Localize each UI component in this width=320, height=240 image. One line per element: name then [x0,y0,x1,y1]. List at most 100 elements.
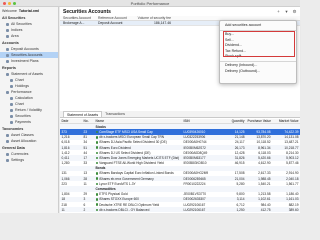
workspace-name[interactable]: Tutorial.xml [19,9,39,13]
col-date[interactable]: Date [60,119,82,123]
cell-date: 1,804 [61,192,70,197]
cell-name: iShares Dow Jones Emerging Markets UCITS… [94,156,182,160]
item-icon [6,139,9,143]
item-icon [6,28,9,32]
cell-pv: 4,612.90 [258,161,271,166]
table-row[interactable]: 11 2 db x-trackers DBLCI - OY Balanced LU02… [60,207,300,213]
account-volume: 186,147.46 [154,21,171,25]
cell-date: 218 [61,202,67,207]
cell-name: ETFS Physical Gold [94,192,182,196]
security-icon [95,177,99,181]
item-icon [10,96,13,100]
cell-name: iShares STOXX Europe 600 [94,197,182,201]
security-icon [95,198,99,201]
table-row[interactable]: 1,412 44 iShares DJ US Select Dividend (DE… [60,150,300,155]
table-row[interactable]: 218 6 Deutsche XTRE RE DBLCI Optimum Yield… [60,202,300,207]
col-market-value[interactable]: Market Value [272,119,300,123]
sidebar-item-investment-plans[interactable]: Investment Plans [0,58,58,64]
cell-name: iShares DJ US Select Dividend (DE) [94,151,182,155]
cell-name: iShares Euro Dividend [94,146,182,150]
security-icon [95,130,99,134]
cell-mv: 8,214.30 [286,150,299,155]
cell-no: 11 [83,181,87,186]
menu-item-add-securities-account[interactable]: Add securities account [220,23,296,28]
cell-qty: 6,712 [236,202,245,207]
cell-date: 1,816 [61,145,70,150]
item-icon [6,158,9,162]
cell-mv: 1,561.77 [286,181,299,186]
tab-transactions[interactable]: Transactions [102,111,128,117]
sidebar-item-label: Settings [11,158,24,162]
menu-separator [220,60,296,62]
table-row[interactable]: 1,280 33 Vanguard FTSE All-World High Divi… [60,161,300,166]
cell-mv: 2,914.90 [286,171,299,176]
cell-pv: 6,118.03 [258,150,271,155]
sidebar: Welcome Tutorial.xml All Securities All S… [0,7,59,213]
gear-icon[interactable]: ⚙ [292,9,297,14]
col-quantity[interactable]: Quantity [222,119,246,123]
workspace-row[interactable]: Welcome Tutorial.xml [0,7,58,14]
sidebar-item-settings[interactable]: Settings [0,157,58,163]
col-reference-account[interactable]: Reference Account [98,16,134,20]
table-row[interactable]: 373 23 ComStage ETF MSCI USA Small Cap LU03… [60,129,300,135]
cell-mv: 14,131.08 [284,135,299,140]
cell-qty: 1,250 [236,207,245,212]
item-icon [10,114,13,118]
item-icon [6,53,9,57]
cell-no: 6 [83,202,86,207]
col-name[interactable]: Name [94,119,182,123]
cell-qty: 9,800 [236,192,245,197]
sidebar-item-payments[interactable]: Payments [0,119,58,125]
table-row[interactable]: 6,018 34 iShares DJ Asia Pacific Select Di… [60,140,300,145]
menu-item-delivery-outbound[interactable]: Delivery (Outbound)... [220,69,296,74]
cell-qty: 46,915 [234,161,245,166]
col-no[interactable]: No. [82,119,94,123]
col-purchase-value[interactable]: Purchase Value [246,119,272,123]
cell-name: ComStage ETF MSCI USA Small Cap [94,130,182,134]
highlight-box [223,31,295,57]
table-row[interactable]: 131 13 iShares Barclays Capital Euro Infla… [60,171,300,176]
cell-qty: 17,508 [234,171,245,176]
tab-statement-of-assets[interactable]: Statement of Assets [63,111,103,117]
cell-qty: 21,004 [234,176,245,181]
sidebar-item-asset-allocation[interactable]: Asset Allocation [0,138,58,144]
table-row[interactable]: 0,411 17 iShares Dow Jones Emerging Market… [60,155,300,161]
table-row[interactable]: 18 3 iShares STOXX Europe 600 DE0002635307 3… [60,196,300,202]
cell-mv: 74,422.39 [284,129,299,134]
col-securities-account[interactable]: Securities Account [60,16,98,20]
table-row[interactable]: 223 11 Lyxor ETF EuroMTS 1-3Y FR0010222224 5… [60,181,300,186]
table-row[interactable]: 1,216 81 db x-trackers MSCI European Small… [60,134,300,140]
security-icon [95,182,99,186]
cell-mv: 389.60 [288,207,299,212]
filter-icon[interactable]: ▾ [284,9,289,14]
cell-pv: 2,617.33 [258,171,271,176]
cell-date: 1,216 [61,135,70,140]
col-volume[interactable]: Volume of security fee [134,16,174,20]
cell-no: 2 [83,207,86,212]
item-icon [6,90,9,94]
cell-isin: FR0010222224 [183,181,206,186]
cell-name: db x-trackers DBLCI - OY Balanced [94,208,182,212]
cell-mv: 5,903.12 [286,155,299,160]
cell-qty: 3,114 [236,197,245,202]
add-icon[interactable]: + [276,9,281,14]
cell-name: db x-trackers MSCI European Small Cap TR… [94,135,182,139]
item-icon [6,72,9,76]
cell-no: 44 [83,150,88,155]
sidebar-item-label: Investment Plans [11,59,39,63]
cell-pv: 10,118.52 [256,140,271,145]
sidebar-item-area[interactable]: Area [0,33,58,39]
security-icon [95,151,99,155]
cell-no: 28 [83,176,88,181]
cell-name: Stocks [95,124,106,129]
cell-mv: 1,186.40 [286,192,299,197]
col-isin[interactable]: ISIN [182,119,222,123]
table-row[interactable]: 1,804 29 ETFS Physical Gold JE00B1VS3770 9,8… [60,192,300,197]
cell-name: iShares DJ Asia Pacific Select Dividend … [94,140,182,144]
cell-isin: DE0006289465 [183,176,206,181]
cell-isin: IE00B0M63177 [183,155,206,160]
cell-name: Deutsche XTRE RE DBLCI Optimum Yield [94,203,182,207]
cell-pv: 93,784.08 [256,129,271,134]
table-row[interactable]: 1,816 51 iShares Euro Dividend IE00B0M62S72… [60,144,300,151]
table-row[interactable]: 1,066 28 iShares eb.rexx Government German… [60,176,300,182]
